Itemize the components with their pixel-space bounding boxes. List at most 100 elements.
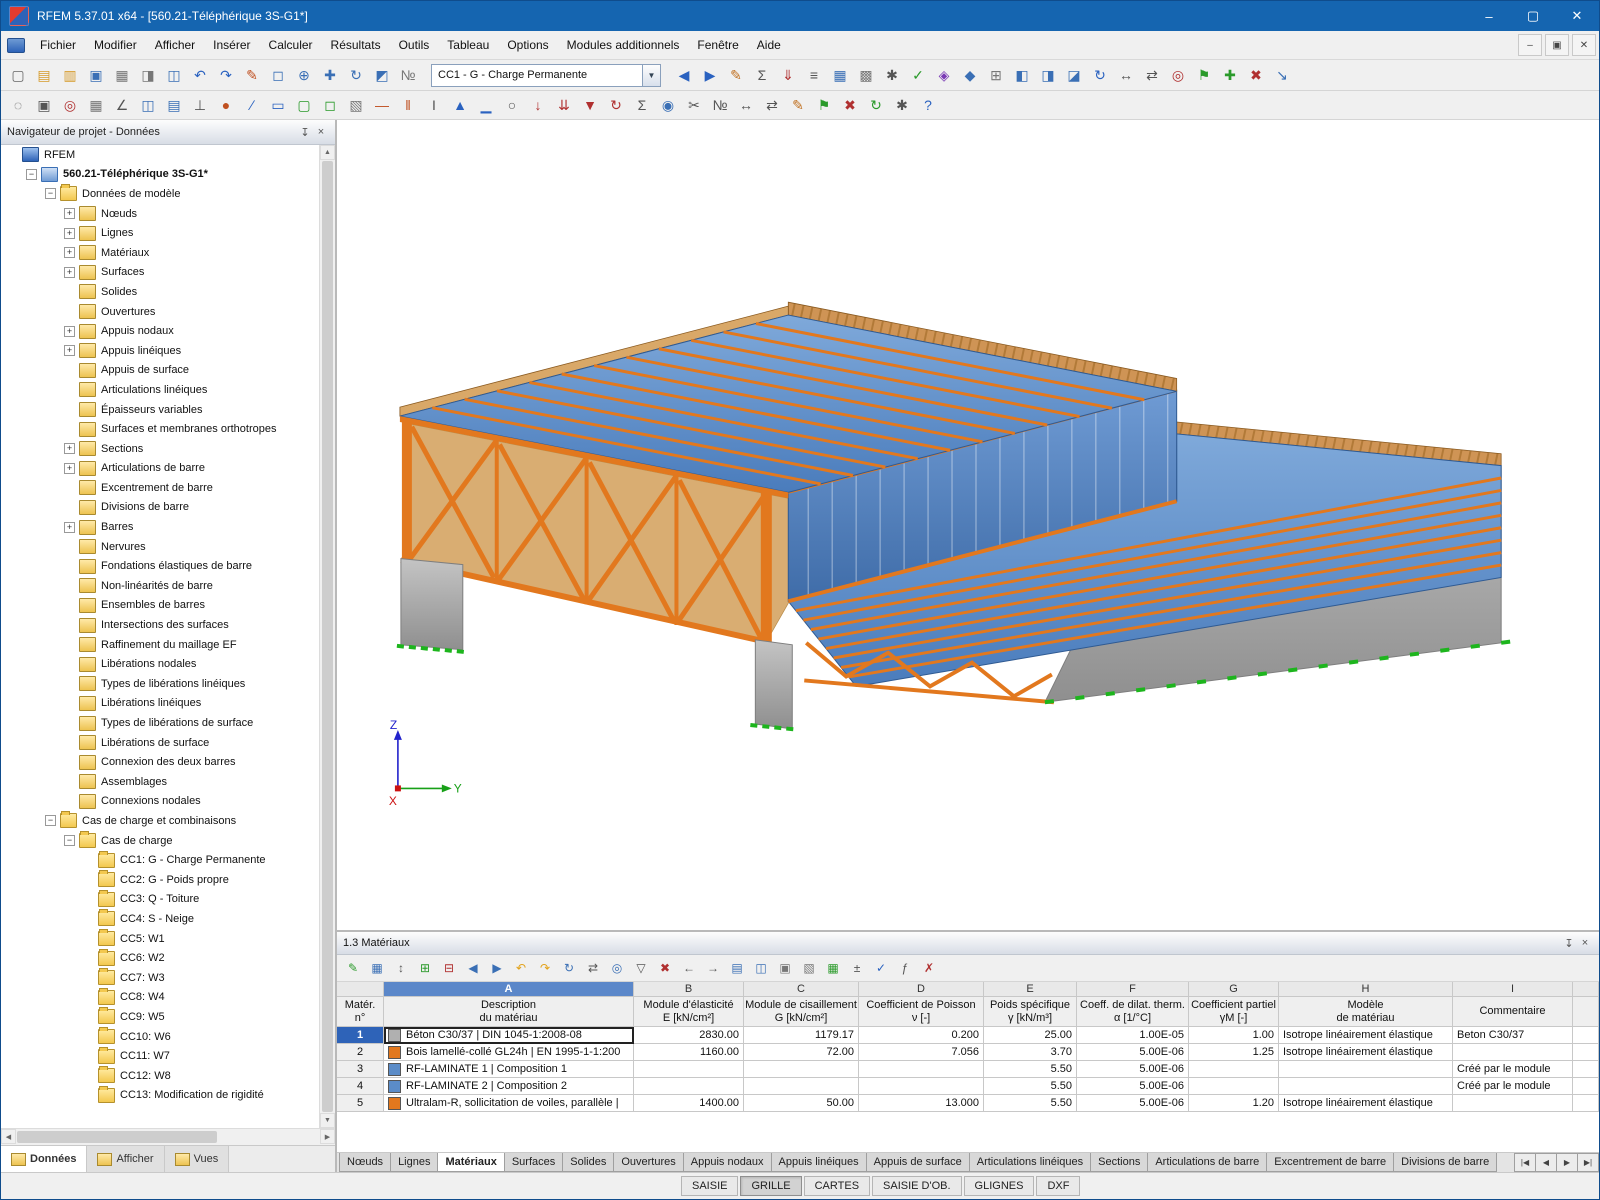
cut-row-icon[interactable]: ✖ [654, 957, 676, 979]
expander-plus-icon[interactable]: + [64, 247, 75, 258]
cell[interactable]: Créé par le module [1453, 1061, 1573, 1078]
cell[interactable] [859, 1061, 984, 1078]
status-toggle-saisie-d-ob-[interactable]: SAISIE D'OB. [872, 1176, 962, 1196]
split-view-icon[interactable]: ◫ [750, 957, 772, 979]
rotate-model-icon[interactable]: ↻ [1088, 63, 1112, 87]
menu-item-fen-tre[interactable]: Fenêtre [688, 33, 747, 57]
surface-load-icon[interactable]: ▼ [578, 93, 602, 117]
mdi-restore-button[interactable]: ▣ [1545, 34, 1569, 56]
column-header-poids-sp-cifique[interactable]: Poids spécifiqueγ [kN/m³] [984, 997, 1077, 1027]
moment-load-icon[interactable]: ↻ [604, 93, 628, 117]
cell[interactable]: Isotrope linéairement élastique [1279, 1044, 1453, 1061]
format-painter-icon[interactable]: ✎ [240, 63, 264, 87]
comment-icon[interactable]: ✎ [786, 93, 810, 117]
tree-item[interactable]: CC6: W2 [1, 948, 320, 968]
cell[interactable] [1189, 1061, 1279, 1078]
tree-item[interactable]: −560.21-Téléphérique 3S-G1* [1, 165, 320, 185]
concrete-wall-left[interactable] [401, 559, 463, 650]
new-nodal-support-icon[interactable]: ▲ [448, 93, 472, 117]
table-view-icon[interactable]: ▤ [726, 957, 748, 979]
tree-item[interactable]: −Cas de charge et combinaisons [1, 811, 320, 831]
guideline-icon[interactable]: ⚑ [812, 93, 836, 117]
tree-item[interactable]: −Cas de charge [1, 831, 320, 851]
settings-icon[interactable]: ✱ [890, 93, 914, 117]
next-load-case-icon[interactable]: ▶ [698, 63, 722, 87]
menu-item-modifier[interactable]: Modifier [85, 33, 146, 57]
fx-formula-icon[interactable]: ƒ [894, 957, 916, 979]
new-line-icon[interactable]: ∕ [240, 93, 264, 117]
tree-item[interactable]: Fondations élastiques de barre [1, 556, 320, 576]
calculator-icon[interactable]: ± [846, 957, 868, 979]
zoom-in-icon[interactable]: ⊕ [292, 63, 316, 87]
expander-plus-icon[interactable]: + [64, 345, 75, 356]
cell[interactable] [634, 1078, 744, 1095]
cell[interactable]: RF-LAMINATE 2 | Composition 2 [384, 1078, 634, 1095]
copy-icon[interactable]: ◫ [162, 63, 186, 87]
tree-item[interactable]: Épaisseurs variables [1, 400, 320, 420]
show-numbering-icon[interactable]: № [396, 63, 420, 87]
menu-item-fichier[interactable]: Fichier [31, 33, 85, 57]
calculation-icon[interactable]: ✱ [880, 63, 904, 87]
visibility-icon[interactable]: ◉ [656, 93, 680, 117]
column-header-coeff-de-dilat-therm-[interactable]: Coeff. de dilat. therm.α [1/°C] [1077, 997, 1189, 1027]
cell[interactable]: Isotrope linéairement élastique [1279, 1095, 1453, 1112]
units-settings-icon[interactable]: ⊞ [984, 63, 1008, 87]
table-tab-divisions-de-barre[interactable]: Divisions de barre [1393, 1153, 1497, 1172]
tree-item[interactable]: +Lignes [1, 223, 320, 243]
maximize-button[interactable]: ▢ [1511, 1, 1555, 31]
column-letter-B[interactable]: B [634, 982, 744, 997]
table-tab-appuis-nodaux[interactable]: Appuis nodaux [683, 1153, 772, 1172]
rf-laminate-module-icon[interactable]: ◆ [958, 63, 982, 87]
regenerate-model-icon[interactable]: ↻ [864, 93, 888, 117]
tree-item[interactable]: +Appuis nodaux [1, 321, 320, 341]
column-header-mod-le[interactable]: Modèlede matériau [1279, 997, 1453, 1027]
zoom-window-icon[interactable]: ◻ [266, 63, 290, 87]
abc-check-icon[interactable]: ✓ [870, 957, 892, 979]
tree-item[interactable]: RFEM [1, 145, 320, 165]
pan-view-icon[interactable]: ✚ [318, 63, 342, 87]
tree-item[interactable]: Ouvertures [1, 302, 320, 322]
redo-table-icon[interactable]: ↷ [534, 957, 556, 979]
scroll-right-icon[interactable]: ▶ [320, 1129, 335, 1144]
expander-plus-icon[interactable]: + [64, 463, 75, 474]
table-filter-icon[interactable]: ▦ [366, 957, 388, 979]
tree-item[interactable]: CC9: W5 [1, 1007, 320, 1027]
cell[interactable]: 5.50 [984, 1078, 1077, 1095]
mdi-minimize-button[interactable]: – [1518, 34, 1542, 56]
last-tab-icon[interactable]: ▶| [1577, 1153, 1599, 1172]
table-tab-lignes[interactable]: Lignes [390, 1153, 438, 1172]
cell[interactable]: Ultralam-R, sollicitation de voiles, par… [384, 1095, 634, 1112]
chevron-down-icon[interactable]: ▼ [642, 65, 660, 86]
coordinate-system-icon[interactable]: ⊥ [188, 93, 212, 117]
column-header-coefficient-partiel[interactable]: Coefficient partielγM [-] [1189, 997, 1279, 1027]
tree-item[interactable]: +Surfaces [1, 263, 320, 283]
guidelines-icon[interactable]: ⚑ [1192, 63, 1216, 87]
import-row-icon[interactable]: ← [678, 957, 700, 979]
menu-item-modules-additionnels[interactable]: Modules additionnels [558, 33, 689, 57]
delete-row-icon[interactable]: ⊟ [438, 957, 460, 979]
tree-item[interactable]: Surfaces et membranes orthotropes [1, 419, 320, 439]
cell[interactable]: 1400.00 [634, 1095, 744, 1112]
cell[interactable] [744, 1078, 859, 1095]
add-object-icon[interactable]: ✚ [1218, 63, 1242, 87]
print-icon[interactable]: ▦ [110, 63, 134, 87]
tree-item[interactable]: Nervures [1, 537, 320, 557]
sort-icon[interactable]: ↕ [390, 957, 412, 979]
previous-load-case-icon[interactable]: ◀ [672, 63, 696, 87]
tree-item[interactable]: Solides [1, 282, 320, 302]
status-toggle-saisie[interactable]: SAISIE [681, 1176, 738, 1196]
planes-icon[interactable]: ▤ [162, 93, 186, 117]
tree-item[interactable]: Types de libérations de surface [1, 713, 320, 733]
new-rib-icon[interactable]: ‖ [396, 93, 420, 117]
find-in-table-icon[interactable]: ◎ [606, 957, 628, 979]
clipping-plane-icon[interactable]: ✂ [682, 93, 706, 117]
cell[interactable]: 5.50 [984, 1061, 1077, 1078]
expander-plus-icon[interactable]: + [64, 522, 75, 533]
menu-item-r-sultats[interactable]: Résultats [322, 33, 390, 57]
nodal-load-icon[interactable]: ↓ [526, 93, 550, 117]
cell[interactable] [1189, 1078, 1279, 1095]
menu-item-afficher[interactable]: Afficher [146, 33, 204, 57]
cell[interactable] [1279, 1078, 1453, 1095]
select-mode-icon[interactable]: ◌ [6, 93, 30, 117]
expander-minus-icon[interactable]: − [45, 815, 56, 826]
